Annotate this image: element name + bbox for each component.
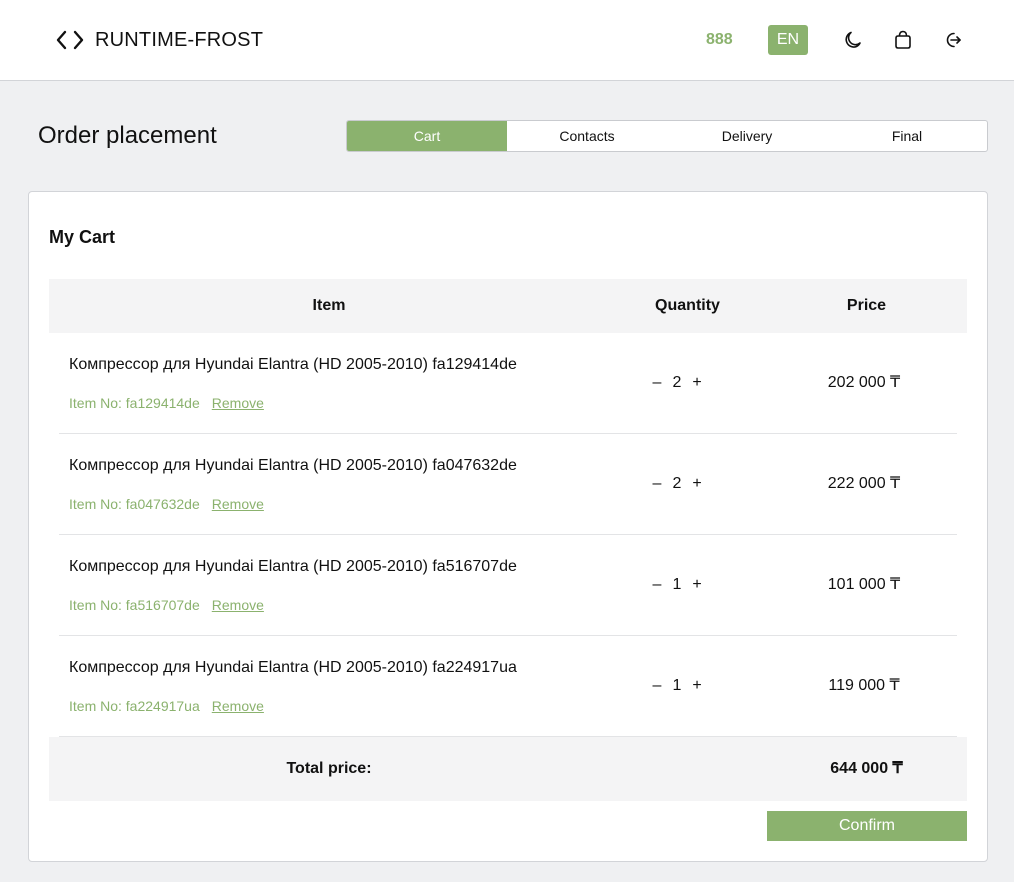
increase-button[interactable]: + [689, 575, 705, 595]
item-name: Компрессор для Hyundai Elantra (HD 2005-… [69, 558, 517, 575]
increase-button[interactable]: + [689, 474, 705, 494]
cart-card: My Cart Item Quantity Price Компрессор д… [28, 191, 988, 862]
table-header: Item Quantity Price [49, 279, 967, 333]
table-row: Компрессор для Hyundai Elantra (HD 2005-… [59, 434, 957, 535]
item-meta: Item No: fa516707de Remove [69, 597, 264, 613]
logout-icon[interactable] [942, 29, 964, 51]
step-contacts[interactable]: Contacts [507, 121, 667, 151]
remove-link[interactable]: Remove [212, 395, 264, 411]
quantity-stepper: –1 + [649, 676, 705, 696]
logo-text[interactable]: RUNTIME-FROST [95, 28, 263, 52]
remove-link[interactable]: Remove [212, 496, 264, 512]
cart-title: My Cart [49, 227, 116, 247]
item-meta: Item No: fa129414de Remove [69, 395, 264, 411]
quantity-stepper: –1 + [649, 575, 705, 595]
item-price: 101 000 ₸ [827, 576, 901, 593]
column-price: Price [846, 297, 887, 314]
bag-icon[interactable] [892, 29, 914, 51]
increase-button[interactable]: + [689, 373, 705, 393]
language-button[interactable]: EN [768, 25, 808, 55]
item-number: Item No: fa224917ua [69, 698, 200, 714]
phone-number[interactable]: 888 [706, 30, 733, 50]
item-price: 202 000 ₸ [827, 374, 901, 391]
total-row: Total price: 644 000 ₸ [49, 737, 967, 801]
decrease-button[interactable]: – [649, 575, 665, 595]
table-row: Компрессор для Hyundai Elantra (HD 2005-… [59, 333, 957, 434]
item-meta: Item No: fa047632de Remove [69, 496, 264, 512]
item-number: Item No: fa047632de [69, 496, 200, 512]
moon-icon[interactable] [842, 29, 864, 51]
item-number: Item No: fa129414de [69, 395, 200, 411]
quantity-value: 2 [672, 374, 682, 391]
cart-rows: Компрессор для Hyundai Elantra (HD 2005-… [59, 333, 957, 737]
total-label: Total price: [286, 760, 372, 777]
item-name: Компрессор для Hyundai Elantra (HD 2005-… [69, 659, 517, 676]
column-item: Item [312, 297, 346, 314]
total-value: 644 000 ₸ [830, 760, 903, 777]
decrease-button[interactable]: – [649, 373, 665, 393]
checkout-steps: Cart Contacts Delivery Final [346, 120, 988, 152]
item-meta: Item No: fa224917ua Remove [69, 698, 264, 714]
decrease-button[interactable]: – [649, 474, 665, 494]
remove-link[interactable]: Remove [212, 698, 264, 714]
quantity-stepper: –2 + [649, 373, 705, 393]
confirm-button[interactable]: Confirm [767, 811, 967, 841]
item-price: 119 000 ₸ [828, 677, 900, 694]
remove-link[interactable]: Remove [212, 597, 264, 613]
item-name: Компрессор для Hyundai Elantra (HD 2005-… [69, 356, 517, 373]
quantity-stepper: –2 + [649, 474, 705, 494]
item-name: Компрессор для Hyundai Elantra (HD 2005-… [69, 457, 517, 474]
column-quantity: Quantity [655, 297, 720, 314]
code-icon[interactable] [55, 28, 85, 52]
page-title: Order placement [38, 122, 217, 149]
table-row: Компрессор для Hyundai Elantra (HD 2005-… [59, 636, 957, 737]
step-final[interactable]: Final [827, 121, 987, 151]
step-delivery[interactable]: Delivery [667, 121, 827, 151]
increase-button[interactable]: + [689, 676, 705, 696]
step-cart[interactable]: Cart [347, 121, 507, 151]
top-header: RUNTIME-FROST 888 EN [0, 0, 1014, 81]
decrease-button[interactable]: – [649, 676, 665, 696]
table-row: Компрессор для Hyundai Elantra (HD 2005-… [59, 535, 957, 636]
quantity-value: 1 [672, 576, 682, 593]
quantity-value: 2 [672, 475, 682, 492]
item-price: 222 000 ₸ [827, 475, 901, 492]
quantity-value: 1 [672, 677, 682, 694]
item-number: Item No: fa516707de [69, 597, 200, 613]
